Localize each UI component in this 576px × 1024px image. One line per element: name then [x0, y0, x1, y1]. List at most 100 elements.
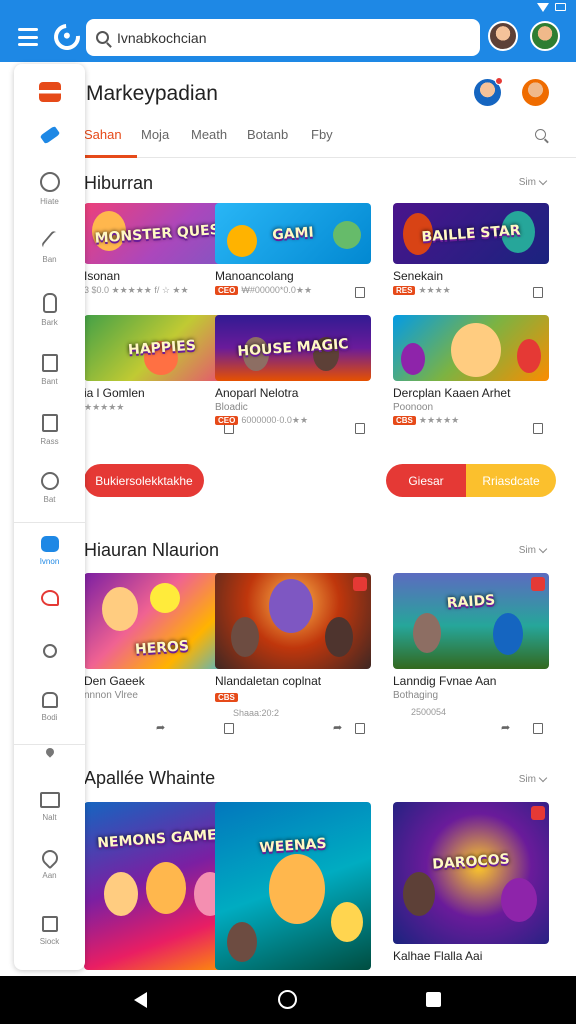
- rail-item-siock[interactable]: Siock: [14, 916, 85, 946]
- game-card[interactable]: HOUSE MAGIC Anoparl Nelotra Bloadic CEO 6…: [215, 315, 371, 434]
- avatar[interactable]: [530, 21, 560, 51]
- rail-item-bark[interactable]: Bark: [14, 293, 85, 327]
- game-thumbnail[interactable]: [215, 573, 371, 669]
- rail-label: Ivnon: [39, 557, 60, 566]
- back-icon[interactable]: [134, 992, 147, 1008]
- bookmark-icon[interactable]: [533, 287, 543, 298]
- rail-item-aan[interactable]: Aan: [14, 846, 85, 880]
- rail-item-bodi[interactable]: Bodi: [14, 692, 85, 722]
- avatar[interactable]: [474, 77, 503, 106]
- promo-button[interactable]: Bukiersolekktakhe: [84, 464, 204, 497]
- page-header: Markeypadian: [84, 64, 576, 120]
- character-art: [227, 922, 257, 962]
- character-art: [401, 343, 425, 375]
- wifi-icon: [537, 2, 549, 12]
- rail-divider: [14, 744, 85, 745]
- rail-item-bant[interactable]: Bant: [14, 354, 85, 386]
- rail-label: Siock: [39, 937, 60, 946]
- game-thumbnail[interactable]: RAIDS: [393, 573, 549, 669]
- game-card[interactable]: BAILLE STAR Senekain RES ★★★★: [393, 203, 549, 298]
- game-meta: 2500054: [393, 707, 549, 717]
- see-all-link[interactable]: Sim: [518, 773, 548, 785]
- character-art: [104, 872, 138, 916]
- rail-label: Bodi: [41, 713, 58, 722]
- search-icon[interactable]: [535, 129, 546, 140]
- search-box[interactable]: [86, 19, 480, 56]
- see-all-link[interactable]: Sim: [519, 176, 548, 188]
- menu-icon[interactable]: [18, 28, 38, 46]
- game-title: Anoparl Nelotra: [215, 386, 299, 400]
- share-icon[interactable]: ➦: [333, 723, 343, 734]
- avatar[interactable]: [522, 79, 549, 106]
- search-input[interactable]: [117, 29, 457, 46]
- tab-sahan[interactable]: Sahan: [84, 127, 122, 142]
- rail-item-rass[interactable]: Rass: [14, 414, 85, 446]
- system-nav-bar: [0, 976, 576, 1024]
- rail-item-edit[interactable]: [14, 125, 85, 145]
- game-rating: CEO 6000000·0.0★★: [215, 415, 371, 426]
- rail-item-logo[interactable]: [14, 82, 85, 102]
- hot-badge: [531, 577, 545, 591]
- tab-fby[interactable]: Fby: [311, 127, 333, 142]
- game-thumbnail[interactable]: HOUSE MAGIC: [215, 315, 371, 381]
- game-card[interactable]: GAMI Manoancolang CEO ₩#00000*0.0★★: [215, 203, 371, 298]
- character-art: [102, 587, 138, 631]
- secondary-button[interactable]: Giesar: [386, 464, 466, 497]
- page-title: Markeypadian: [86, 82, 218, 105]
- screen-icon: [40, 536, 59, 552]
- share-icon[interactable]: ➦: [501, 723, 511, 734]
- rail-item-hiate[interactable]: Hiate: [14, 172, 85, 206]
- game-thumbnail[interactable]: [393, 315, 549, 381]
- rail-item-bat[interactable]: Bat: [14, 472, 85, 504]
- rail-item-ivnon[interactable]: Ivnon: [14, 536, 85, 566]
- see-all-link[interactable]: Sim: [519, 544, 548, 556]
- game-card[interactable]: DAROCOS Kalhae Flalla Aai: [393, 802, 549, 963]
- bookmark-icon[interactable]: [355, 287, 365, 298]
- tab-botanb[interactable]: Botanb: [247, 127, 288, 142]
- chevron-down-icon: [538, 544, 548, 554]
- game-rating: CEO ₩#00000*0.0★★: [215, 285, 371, 296]
- recent-apps-icon[interactable]: [426, 992, 441, 1007]
- character-art: [451, 323, 501, 377]
- heart-icon: [38, 846, 61, 870]
- rail-item-ban[interactable]: Ban: [14, 229, 85, 264]
- bookmark-icon[interactable]: [533, 423, 543, 434]
- primary-button[interactable]: Rriasdcate: [466, 464, 556, 497]
- bookmark-icon[interactable]: [224, 723, 234, 734]
- game-card[interactable]: Dercplan Kaaen Arhet Poonoon CBS ★★★★★: [393, 315, 549, 434]
- game-card[interactable]: RAIDS Lanndig Fvnae Aan Bothaging 250005…: [393, 573, 549, 734]
- game-card[interactable]: Nlandaletan coplnat CBS Shaaa:20:2 ➦: [215, 573, 371, 734]
- share-icon[interactable]: ➦: [156, 723, 166, 734]
- rail-item-user[interactable]: [14, 644, 85, 658]
- rail-item-bird[interactable]: [14, 590, 85, 606]
- character-art: [517, 339, 541, 373]
- rail-item-pin[interactable]: [14, 746, 85, 758]
- avatar[interactable]: [488, 21, 518, 51]
- rail-item-nalt[interactable]: Nalt: [14, 792, 85, 822]
- rating-text: ₩#00000*0.0★★: [241, 285, 313, 295]
- bookmark-icon[interactable]: [355, 723, 365, 734]
- tab-meath[interactable]: Meath: [191, 127, 227, 142]
- bookmark-icon[interactable]: [355, 423, 365, 434]
- character-art: [269, 854, 325, 924]
- thumbnail-title: RAIDS: [446, 592, 496, 612]
- game-card[interactable]: WEENAS: [215, 802, 371, 970]
- brush-icon: [40, 229, 59, 251]
- see-all-label: Sim: [518, 774, 536, 785]
- bookmark-icon[interactable]: [533, 723, 543, 734]
- game-thumbnail[interactable]: DAROCOS: [393, 802, 549, 944]
- game-thumbnail[interactable]: GAMI: [215, 203, 371, 264]
- price-pill: CEO: [215, 286, 239, 295]
- app-logo-icon[interactable]: [48, 18, 86, 56]
- game-thumbnail[interactable]: BAILLE STAR: [393, 203, 549, 264]
- thumbnail-title: HEROS: [134, 638, 190, 658]
- tab-moja[interactable]: Moja: [141, 127, 169, 142]
- side-rail: Hiate Ban Bark Bant Rass Bat Ivnon Bodi …: [14, 64, 85, 970]
- rail-label: Bark: [41, 318, 58, 327]
- home-icon[interactable]: [278, 990, 297, 1009]
- game-thumbnail[interactable]: WEENAS: [215, 802, 371, 970]
- file-icon: [41, 414, 58, 432]
- character-art: [146, 862, 186, 914]
- character-art: [325, 617, 353, 657]
- character-art: [331, 902, 363, 942]
